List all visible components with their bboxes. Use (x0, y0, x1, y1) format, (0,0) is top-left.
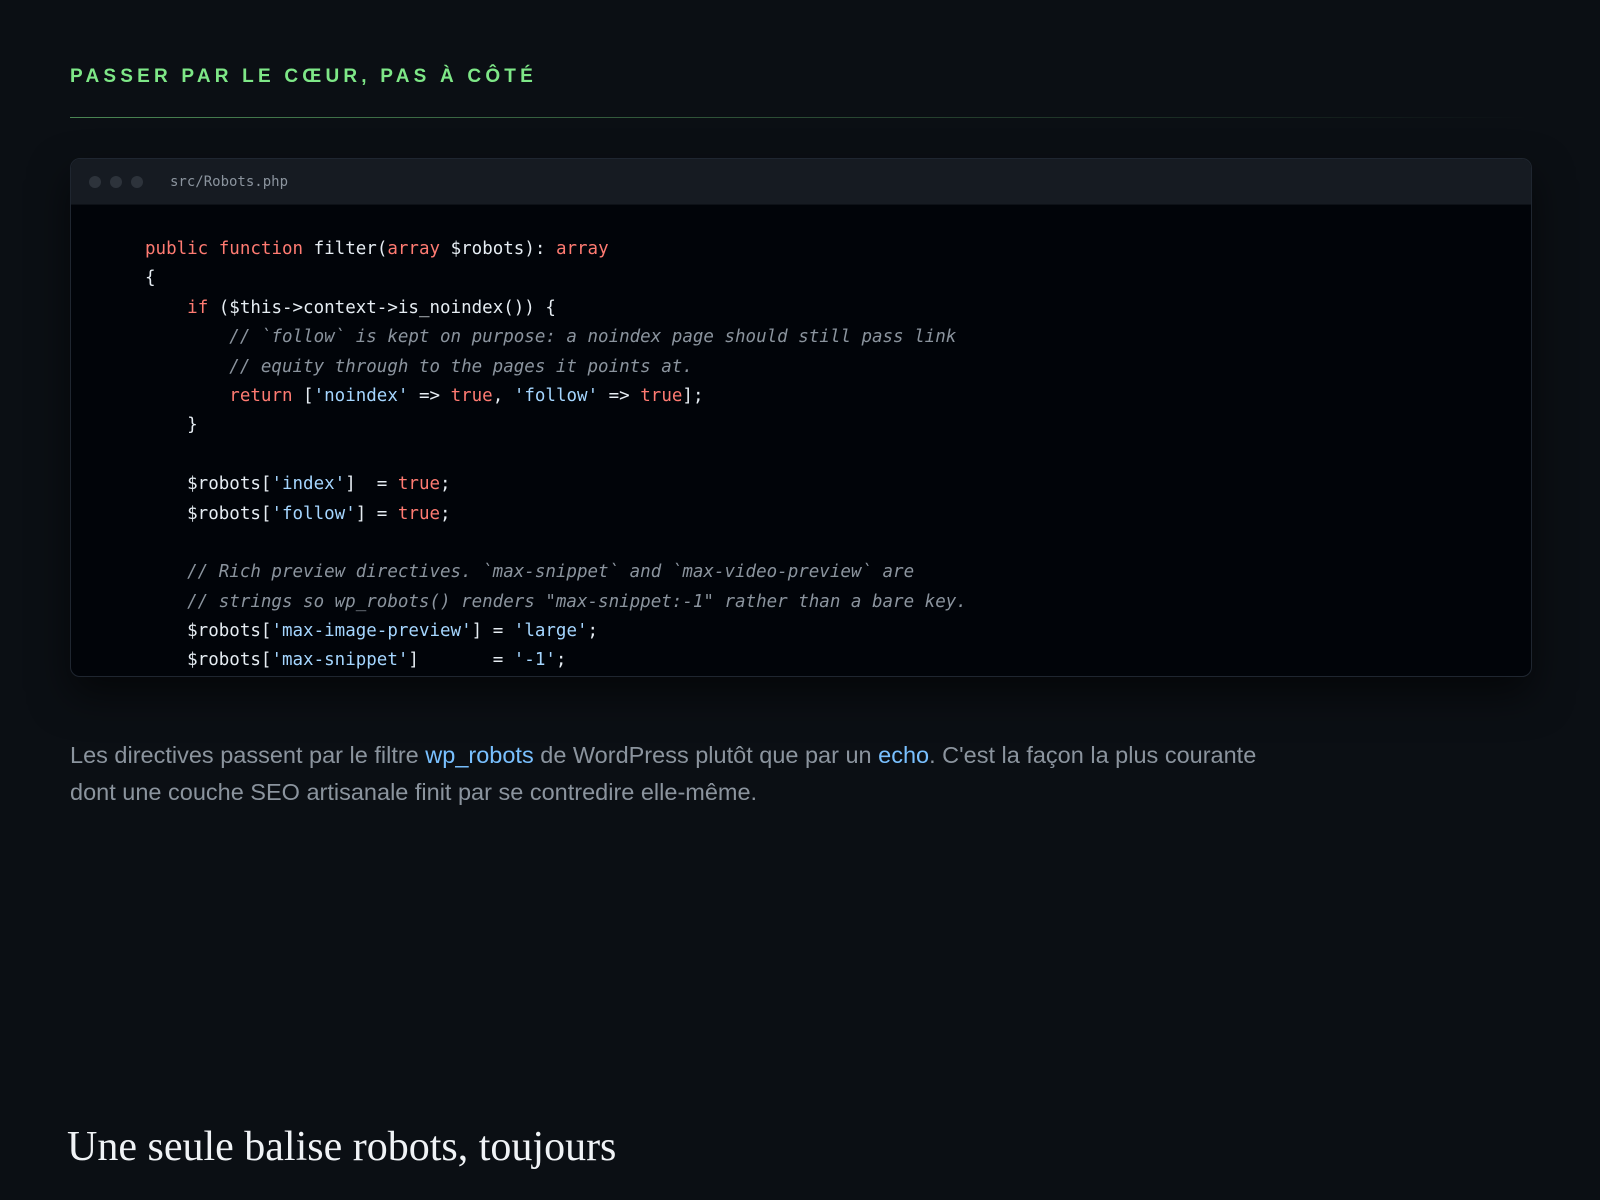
code-line: // equity through to the pages it points… (145, 356, 693, 377)
code-block-header: src/Robots.php (71, 159, 1531, 205)
code-line: { (145, 268, 156, 289)
window-dot-icon (89, 175, 101, 188)
code-content: public function filter(array $robots): a… (71, 205, 1531, 676)
echo-link[interactable]: echo (878, 742, 929, 768)
code-line: return ['noindex' => true, 'follow' => t… (229, 385, 704, 406)
window-dot-icon (131, 175, 143, 188)
section-eyebrow: PASSER PAR LE CŒUR, PAS À CÔTÉ (70, 66, 537, 87)
code-filename: src/Robots.php (170, 173, 289, 190)
wp-robots-link[interactable]: wp_robots (425, 742, 533, 768)
code-line: $robots['follow'] = true; (145, 503, 451, 524)
code-line: $robots['max-snippet'] = '-1'; (145, 650, 567, 671)
code-line: $robots['max-image-preview'] = 'large'; (145, 621, 599, 642)
window-dot-icon (110, 175, 122, 188)
code-line: } (145, 415, 198, 436)
code-line: // `follow` is kept on purpose: a noinde… (145, 327, 957, 348)
code-line: $robots['index'] = true; (145, 474, 451, 495)
code-line: // strings so wp_robots() renders "max-s… (145, 591, 967, 612)
section-divider (70, 117, 1530, 118)
code-line: public function filter(array $robots): a… (145, 239, 609, 259)
prose-paragraph: Les directives passent par le filtre wp_… (70, 741, 1257, 806)
code-line: if ($this->context->is_noindex()) { (187, 297, 556, 318)
section-title: Une seule balise robots, toujours (67, 1123, 617, 1170)
code-block: src/Robots.php public function filter(ar… (70, 158, 1532, 677)
code-line: // Rich preview directives. `max-snippet… (145, 562, 915, 583)
